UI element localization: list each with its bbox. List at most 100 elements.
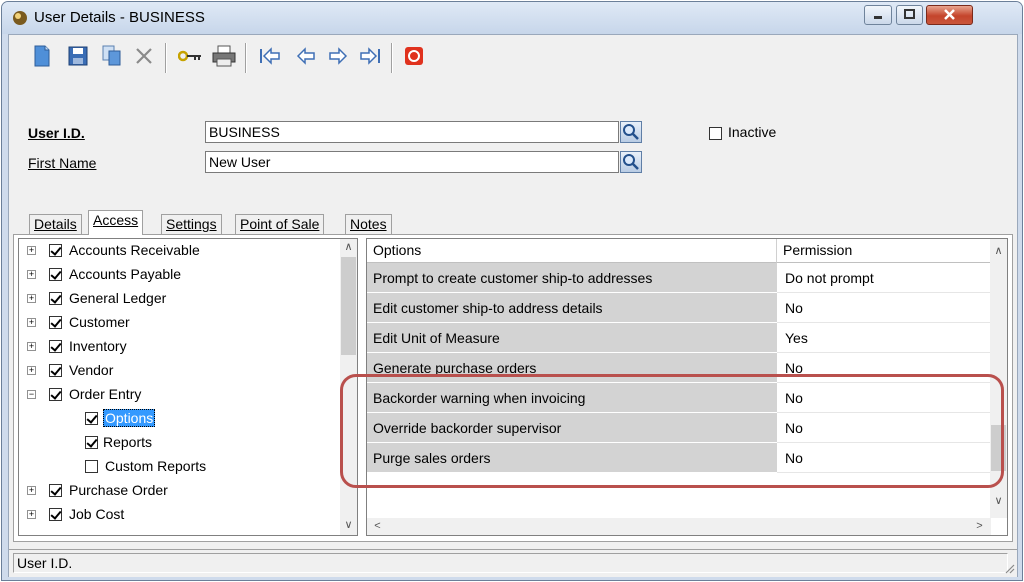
tree-checkbox[interactable] <box>49 292 62 305</box>
module-tree[interactable]: + Accounts Receivable + Accounts Payable… <box>18 238 358 536</box>
option-cell: Prompt to create customer ship-to addres… <box>367 263 777 293</box>
toolbar-separator <box>165 43 167 73</box>
expand-icon[interactable]: + <box>27 342 36 351</box>
table-row[interactable]: Edit Unit of Measure Yes <box>367 323 991 353</box>
previous-record-button[interactable] <box>293 43 319 69</box>
tree-item-label: Customer <box>69 314 130 330</box>
minimize-button[interactable] <box>864 5 892 25</box>
first-name-input[interactable]: New User <box>205 151 619 173</box>
tree-scroll-thumb[interactable] <box>341 257 356 355</box>
resize-grip-icon[interactable] <box>1003 562 1015 574</box>
permission-cell[interactable]: Yes <box>777 323 991 353</box>
tab-details[interactable]: Details <box>29 214 82 234</box>
first-name-lookup-button[interactable] <box>620 151 642 173</box>
permission-cell[interactable]: No <box>777 383 991 413</box>
grid-vertical-scrollbar[interactable]: ∧ ∨ <box>990 239 1007 518</box>
grid-horizontal-scrollbar[interactable]: < > <box>367 518 991 535</box>
column-header-permission[interactable]: Permission <box>777 239 991 263</box>
printer-icon <box>212 45 236 67</box>
maximize-button[interactable] <box>896 5 923 25</box>
tree-checkbox[interactable] <box>49 316 62 329</box>
grid-scroll-thumb[interactable] <box>991 425 1006 471</box>
scroll-down-icon[interactable]: ∨ <box>340 517 357 534</box>
tree-item-label: Inventory <box>69 338 127 354</box>
expand-icon[interactable]: + <box>27 486 36 495</box>
first-record-button[interactable] <box>257 43 283 69</box>
tree-checkbox[interactable] <box>85 412 98 425</box>
option-cell: Edit Unit of Measure <box>367 323 777 353</box>
inactive-checkbox[interactable] <box>709 127 722 140</box>
title-bar[interactable]: User Details - BUSINESS <box>2 2 1022 34</box>
tree-item-label: Reports <box>103 434 153 450</box>
new-button[interactable] <box>29 43 55 69</box>
close-button[interactable] <box>926 5 973 25</box>
user-id-label: User I.D. <box>28 125 85 141</box>
arrow-left-icon <box>296 47 315 65</box>
options-grid: Options Permission Prompt to create cust… <box>366 238 1008 536</box>
tree-checkbox[interactable] <box>49 340 62 353</box>
permission-cell[interactable]: No <box>777 443 991 473</box>
expand-icon[interactable]: + <box>27 318 36 327</box>
tree-checkbox[interactable] <box>49 484 62 497</box>
tree-checkbox[interactable] <box>49 268 62 281</box>
copy-icon <box>102 45 121 66</box>
tree-checkbox[interactable] <box>49 508 62 521</box>
permission-cell[interactable]: Do not prompt <box>777 263 991 293</box>
magnifier-icon <box>623 154 639 170</box>
table-row[interactable]: Purge sales orders No <box>367 443 991 473</box>
delete-button[interactable] <box>131 43 157 69</box>
toolbar-separator <box>245 43 247 73</box>
tree-item-label: Purchase Order <box>69 482 168 498</box>
last-record-button[interactable] <box>357 43 383 69</box>
copy-button[interactable] <box>99 43 125 69</box>
table-row[interactable]: Override backorder supervisor No <box>367 413 991 443</box>
tree-item-label: Job Cost <box>69 506 125 522</box>
user-id-input[interactable]: BUSINESS <box>205 121 619 143</box>
expand-icon[interactable]: + <box>27 294 36 303</box>
expand-icon[interactable]: + <box>27 366 36 375</box>
tab-point-of-sale[interactable]: Point of Sale <box>235 214 325 234</box>
option-cell: Backorder warning when invoicing <box>367 383 777 413</box>
tree-checkbox[interactable] <box>85 460 98 473</box>
status-bar: User I.D. <box>9 549 1017 577</box>
expand-icon[interactable]: + <box>27 510 36 519</box>
tree-item-label: Custom Reports <box>105 458 207 474</box>
collapse-icon[interactable]: − <box>27 390 36 399</box>
key-icon <box>178 50 201 62</box>
column-header-options[interactable]: Options <box>367 239 777 263</box>
print-button[interactable] <box>211 43 237 69</box>
tab-notes[interactable]: Notes <box>345 214 392 234</box>
arrow-right-icon <box>329 47 348 65</box>
expand-icon[interactable]: + <box>27 270 36 279</box>
scroll-down-icon[interactable]: ∨ <box>990 493 1007 510</box>
expand-icon[interactable]: + <box>27 246 36 255</box>
tree-item-label: Vendor <box>69 362 114 378</box>
permission-cell[interactable]: No <box>777 353 991 383</box>
tree-checkbox[interactable] <box>49 364 62 377</box>
tab-settings[interactable]: Settings <box>161 214 222 234</box>
scroll-left-icon[interactable]: < <box>369 518 386 535</box>
scroll-right-icon[interactable]: > <box>971 518 988 535</box>
table-row[interactable]: Prompt to create customer ship-to addres… <box>367 263 991 293</box>
scroll-up-icon[interactable]: ∧ <box>340 239 357 256</box>
save-button[interactable] <box>65 43 91 69</box>
password-key-button[interactable] <box>177 43 203 69</box>
first-name-label: First Name <box>28 155 97 171</box>
permission-cell[interactable]: No <box>777 413 991 443</box>
permission-cell[interactable]: No <box>777 293 991 323</box>
tree-checkbox[interactable] <box>85 436 98 449</box>
exit-button[interactable] <box>401 43 427 69</box>
table-row[interactable]: Generate purchase orders No <box>367 353 991 383</box>
table-row[interactable]: Edit customer ship-to address details No <box>367 293 991 323</box>
option-cell: Purge sales orders <box>367 443 777 473</box>
tab-access[interactable]: Access <box>88 210 144 235</box>
scroll-up-icon[interactable]: ∧ <box>990 243 1007 260</box>
tree-checkbox[interactable] <box>49 388 62 401</box>
tree-item-label: General Ledger <box>69 290 167 306</box>
user-id-lookup-button[interactable] <box>620 121 642 143</box>
first-record-icon <box>260 47 280 65</box>
next-record-button[interactable] <box>325 43 351 69</box>
tree-checkbox[interactable] <box>49 244 62 257</box>
tree-scrollbar[interactable]: ∧ ∨ <box>340 239 357 535</box>
table-row[interactable]: Backorder warning when invoicing No <box>367 383 991 413</box>
